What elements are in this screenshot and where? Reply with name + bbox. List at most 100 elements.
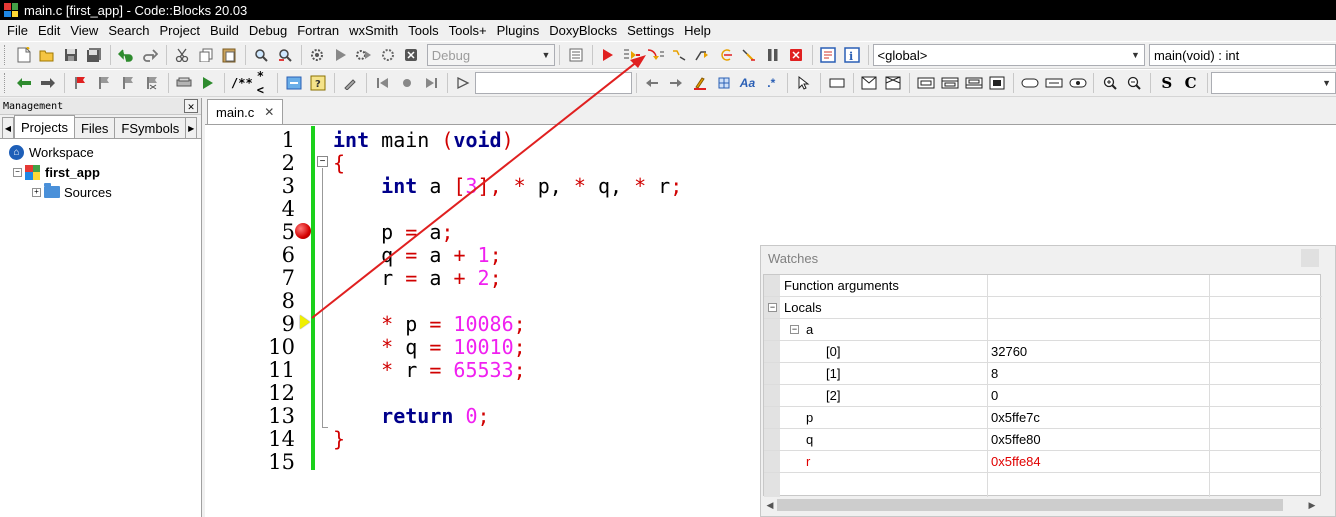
jump-forward-icon[interactable] [421, 73, 441, 93]
selected-text-only-icon[interactable] [714, 73, 734, 93]
doxywizard-icon[interactable] [284, 73, 304, 93]
incremental-search-icon[interactable] [454, 73, 474, 93]
open-file-icon[interactable] [37, 45, 56, 65]
compile-file-icon[interactable] [175, 73, 195, 93]
forward-arrow-icon[interactable] [38, 73, 58, 93]
menu-settings[interactable]: Settings [622, 20, 679, 41]
tab-fsymbols[interactable]: FSymbols [114, 117, 187, 138]
flow-for-icon[interactable] [940, 73, 960, 93]
watches-close-icon[interactable] [1301, 249, 1319, 267]
flow-break-icon[interactable] [1020, 73, 1040, 93]
new-file-icon[interactable] [14, 45, 33, 65]
next-bookmark-icon[interactable] [118, 73, 138, 93]
step-into-icon[interactable] [693, 45, 712, 65]
watch-row-a0[interactable]: [0] 32760 [764, 341, 1322, 363]
extract-docs-icon[interactable]: ? [308, 73, 328, 93]
flow-return-icon[interactable] [1068, 73, 1088, 93]
debug-info-icon[interactable]: i [842, 45, 861, 65]
pause-debugger-icon[interactable] [763, 45, 782, 65]
undo-icon[interactable] [117, 45, 136, 65]
flow-instruction-icon[interactable] [987, 73, 1007, 93]
fold-collapse-icon[interactable]: − [317, 156, 328, 167]
redo-icon[interactable] [140, 45, 159, 65]
flow-switch-icon[interactable] [883, 73, 903, 93]
match-case-icon[interactable]: Aa [738, 73, 758, 93]
menu-fortran[interactable]: Fortran [292, 20, 344, 41]
rebuild-icon[interactable] [378, 45, 397, 65]
watch-row-q[interactable]: q 0x5ffe80 [764, 429, 1322, 451]
menu-search[interactable]: Search [103, 20, 154, 41]
menu-wxsmith[interactable]: wxSmith [344, 20, 403, 41]
build-settings-icon[interactable] [308, 45, 327, 65]
menu-view[interactable]: View [65, 20, 103, 41]
incremental-search-input[interactable] [475, 72, 632, 94]
save-icon[interactable] [61, 45, 80, 65]
zoom-in-icon[interactable] [1100, 73, 1120, 93]
flow-dowhile-icon[interactable] [964, 73, 984, 93]
watch-row-function-args[interactable]: Function arguments [764, 275, 1322, 297]
find-icon[interactable] [252, 45, 271, 65]
flow-block-icon[interactable] [827, 73, 847, 93]
run-green-icon[interactable] [198, 73, 218, 93]
tab-scroll-left-icon[interactable]: ◀ [2, 117, 14, 138]
select-pointer-icon[interactable] [794, 73, 814, 93]
menu-help[interactable]: Help [679, 20, 716, 41]
scroll-right-icon[interactable]: ▶ [1305, 497, 1319, 513]
watch-row-r[interactable]: r 0x5ffe84 [764, 451, 1322, 473]
breakpoint-marker[interactable] [295, 223, 311, 239]
build-target-select[interactable]: Debug ▼ [426, 44, 556, 66]
close-tab-icon[interactable]: ✕ [264, 105, 274, 119]
menu-file[interactable]: File [2, 20, 33, 41]
watches-horizontal-scrollbar[interactable]: ◀ ▶ [763, 497, 1319, 513]
next-line-icon[interactable] [646, 45, 665, 65]
doxy-prefs-icon[interactable] [341, 73, 361, 93]
search-next-arrow-icon[interactable] [666, 73, 686, 93]
flow-continue-icon[interactable] [1044, 73, 1064, 93]
paste-icon[interactable] [219, 45, 238, 65]
step-out-icon[interactable] [716, 45, 735, 65]
debugging-windows-icon[interactable] [819, 45, 838, 65]
back-arrow-icon[interactable] [14, 73, 34, 93]
run-icon[interactable] [331, 45, 350, 65]
menu-build[interactable]: Build [205, 20, 244, 41]
search-prev-arrow-icon[interactable] [643, 73, 663, 93]
abort-build-icon[interactable] [401, 45, 420, 65]
zoom-out-icon[interactable] [1124, 73, 1144, 93]
tree-item-project[interactable]: − first_app [0, 162, 201, 182]
show-select-target-icon[interactable] [566, 45, 585, 65]
style-select[interactable]: ▼ [1211, 72, 1336, 94]
stop-debugger-icon[interactable] [786, 45, 805, 65]
watches-grid[interactable]: Function arguments − Locals − a [0] 3276… [763, 274, 1322, 497]
replace-icon[interactable] [275, 45, 294, 65]
run-to-cursor-icon[interactable] [622, 45, 641, 65]
collapse-icon[interactable]: − [768, 303, 777, 312]
close-icon[interactable]: ✕ [184, 99, 198, 113]
menu-edit[interactable]: Edit [33, 20, 65, 41]
scope-select[interactable]: <global> ▼ [872, 44, 1145, 66]
watch-row-p[interactable]: p 0x5ffe7c [764, 407, 1322, 429]
editor-tab-main-c[interactable]: main.c ✕ [207, 99, 284, 124]
build-and-run-icon[interactable] [354, 45, 373, 65]
watch-row-locals[interactable]: − Locals [764, 297, 1322, 319]
menu-debug[interactable]: Debug [244, 20, 292, 41]
watch-row-a[interactable]: − a [764, 319, 1322, 341]
collapse-icon[interactable]: − [790, 325, 799, 334]
menu-tools-plus[interactable]: Tools+ [444, 20, 492, 41]
menu-tools[interactable]: Tools [403, 20, 443, 41]
debug-continue-icon[interactable] [599, 45, 618, 65]
jump-home-icon[interactable] [397, 73, 417, 93]
watch-row-a2[interactable]: [2] 0 [764, 385, 1322, 407]
scrollbar-thumb[interactable] [777, 499, 1283, 511]
flow-while-icon[interactable] [916, 73, 936, 93]
tree-item-sources[interactable]: + Sources [0, 182, 201, 202]
menu-plugins[interactable]: Plugins [492, 20, 545, 41]
highlight-icon[interactable] [690, 73, 710, 93]
function-select[interactable]: main(void) : int [1148, 44, 1336, 66]
copy-icon[interactable] [196, 45, 215, 65]
jump-back-icon[interactable] [373, 73, 393, 93]
flow-if-icon[interactable] [860, 73, 880, 93]
toolbar-grip[interactable] [4, 45, 8, 65]
toolbar-grip[interactable] [4, 73, 8, 93]
step-instruction-icon[interactable] [739, 45, 758, 65]
tab-scroll-right-icon[interactable]: ▶ [185, 117, 198, 138]
